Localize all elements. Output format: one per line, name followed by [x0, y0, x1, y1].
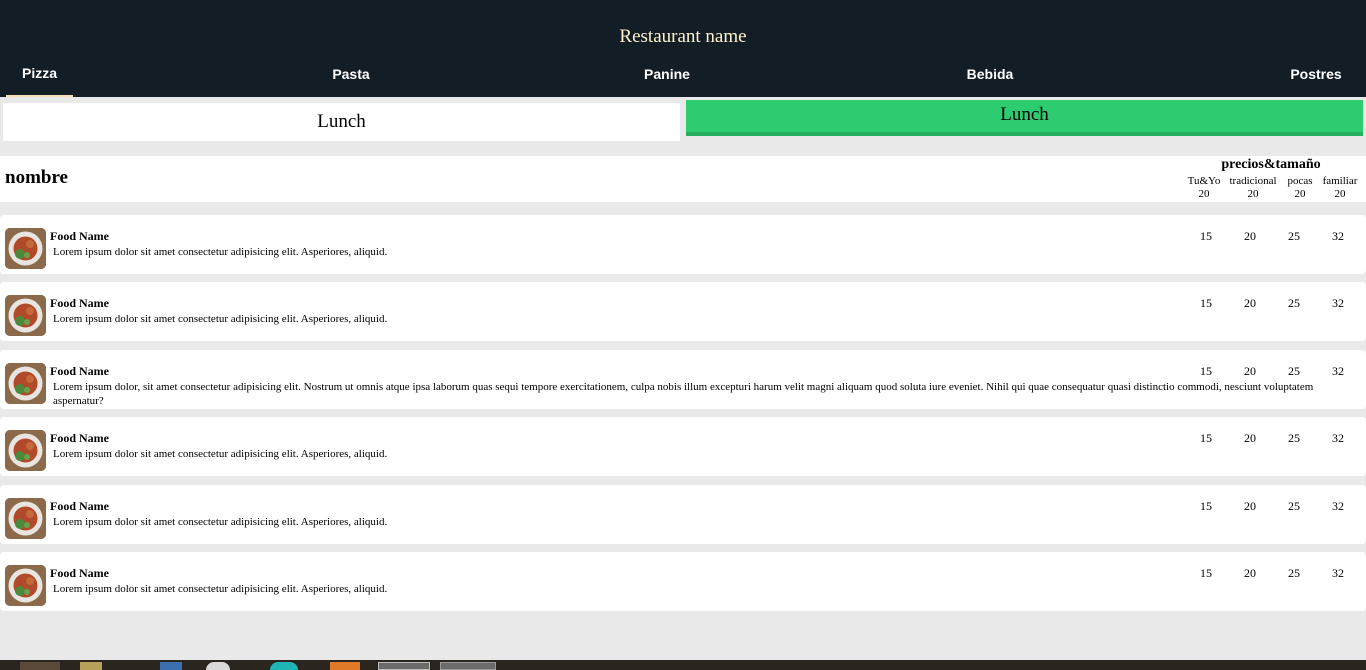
food-price: 20	[1244, 229, 1256, 243]
food-thumbnail	[5, 295, 46, 336]
menu-item-row[interactable]: Food Name Lorem ipsum dolor sit amet cons…	[0, 215, 1366, 274]
restaurant-name: Restaurant name	[619, 26, 747, 47]
food-price: 15	[1200, 296, 1212, 310]
food-price: 32	[1332, 566, 1344, 580]
food-price: 20	[1244, 431, 1256, 445]
food-price: 25	[1288, 566, 1300, 580]
food-price: 25	[1288, 431, 1300, 445]
menu-item-row[interactable]: Food Name Lorem ipsum dolor sit amet cons…	[0, 485, 1366, 544]
food-name: Food Name	[50, 296, 109, 310]
header-bar: Restaurant name Pizza Pasta Panine Bebid…	[0, 0, 1366, 97]
food-price: 15	[1200, 566, 1212, 580]
taskbar-item[interactable]	[20, 662, 60, 670]
food-price: 15	[1200, 229, 1212, 243]
tab-pasta[interactable]: Pasta	[311, 60, 391, 97]
size-label-pocas: pocas	[1287, 175, 1313, 187]
food-price: 15	[1200, 364, 1212, 378]
taskbar-item[interactable]	[270, 662, 298, 670]
food-thumbnail	[5, 565, 46, 606]
food-price: 25	[1288, 364, 1300, 378]
food-description: Lorem ipsum dolor sit amet consectetur a…	[53, 448, 388, 460]
food-price: 20	[1244, 296, 1256, 310]
taskbar-item[interactable]	[80, 662, 102, 670]
tab-bebida[interactable]: Bebida	[950, 60, 1030, 97]
lunch-button-right[interactable]: Lunch	[686, 100, 1363, 136]
table-header: nombre precios&tamaño Tu&Yo tradicional …	[0, 156, 1366, 202]
size-price-familiar: 20	[1334, 188, 1346, 200]
food-thumbnail	[5, 498, 46, 539]
food-description: Lorem ipsum dolor sit amet consectetur a…	[53, 516, 388, 528]
tab-postres[interactable]: Postres	[1276, 60, 1356, 97]
food-price: 32	[1332, 499, 1344, 513]
food-price: 20	[1244, 364, 1256, 378]
menu-item-row[interactable]: Food Name Lorem ipsum dolor sit amet cons…	[0, 417, 1366, 476]
menu-item-row[interactable]: Food Name Lorem ipsum dolor sit amet cons…	[0, 552, 1366, 611]
size-label-familiar: familiar	[1322, 175, 1358, 187]
food-thumbnail	[5, 363, 46, 404]
food-price: 15	[1200, 499, 1212, 513]
taskbar-item[interactable]	[160, 662, 182, 670]
tab-pizza[interactable]: Pizza	[6, 60, 73, 97]
food-name: Food Name	[50, 431, 109, 445]
food-price: 20	[1244, 499, 1256, 513]
food-thumbnail	[5, 430, 46, 471]
size-label-tradicional: tradicional	[1229, 175, 1277, 187]
food-description: Lorem ipsum dolor sit amet consectetur a…	[53, 313, 388, 325]
name-column-header: nombre	[5, 167, 68, 188]
taskbar-item[interactable]	[378, 662, 430, 670]
food-price: 32	[1332, 229, 1344, 243]
taskbar-item[interactable]	[330, 662, 360, 670]
food-price: 32	[1332, 431, 1344, 445]
food-name: Food Name	[50, 499, 109, 513]
food-description: Lorem ipsum dolor sit amet consectetur a…	[53, 246, 388, 258]
food-price: 15	[1200, 431, 1212, 445]
food-name: Food Name	[50, 229, 109, 243]
food-name: Food Name	[50, 566, 109, 580]
taskbar-item[interactable]	[440, 662, 496, 670]
food-name: Food Name	[50, 364, 109, 378]
size-price-pocas: 20	[1294, 188, 1306, 200]
food-description: Lorem ipsum dolor sit amet consectetur a…	[53, 583, 388, 595]
food-price: 25	[1288, 229, 1300, 243]
lunch-button-left[interactable]: Lunch	[3, 103, 680, 141]
food-price: 32	[1332, 364, 1344, 378]
taskbar	[0, 660, 1366, 670]
size-price-tuyo: 20	[1198, 188, 1210, 200]
size-label-tuyo: Tu&Yo	[1187, 175, 1221, 187]
food-price: 32	[1332, 296, 1344, 310]
menu-item-row[interactable]: Food Name Lorem ipsum dolor, sit amet con…	[0, 350, 1366, 409]
food-price: 25	[1288, 296, 1300, 310]
size-price-tradicional: 20	[1247, 188, 1259, 200]
taskbar-item[interactable]	[206, 662, 230, 670]
food-price: 25	[1288, 499, 1300, 513]
prices-column-header: precios&tamaño	[1221, 157, 1321, 172]
menu-item-row[interactable]: Food Name Lorem ipsum dolor sit amet cons…	[0, 282, 1366, 341]
food-description: Lorem ipsum dolor, sit amet consectetur …	[53, 381, 1314, 407]
food-price: 20	[1244, 566, 1256, 580]
food-thumbnail	[5, 228, 46, 269]
tab-panine[interactable]: Panine	[627, 60, 707, 97]
